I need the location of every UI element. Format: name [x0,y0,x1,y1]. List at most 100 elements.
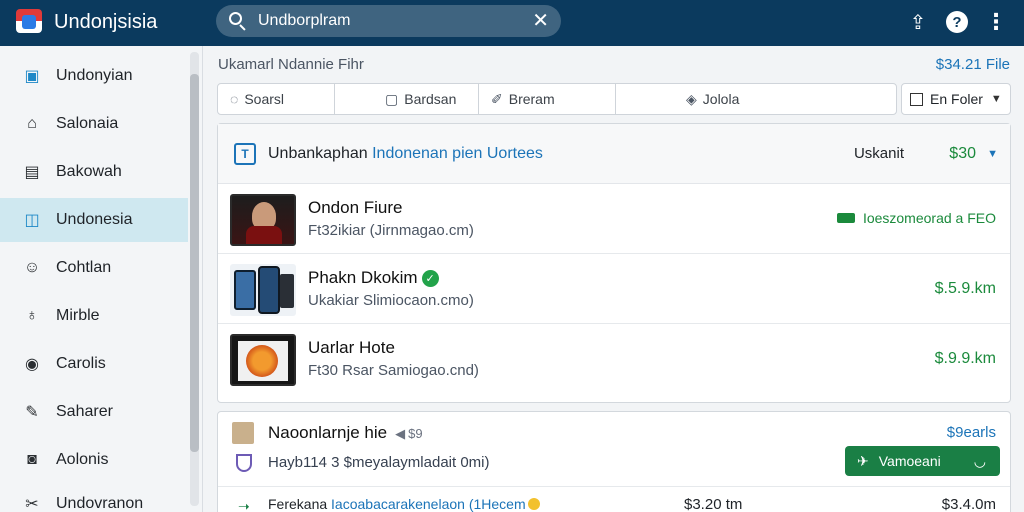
item-subtitle: Ft30 Rsar Samiogao.cnd) [308,362,479,379]
doc-icon: ▢ [385,90,399,107]
arrow-icon: ➝ [238,498,250,512]
sidebar-item-label: Salonaia [56,115,119,132]
chevron-down-icon: ▼ [990,93,1002,105]
top-actions: ⇪ ? ⋮ [890,8,1010,36]
sidebar-item-undonesia[interactable]: ◫ Undonesia [0,198,188,242]
book-icon: ▤ [24,164,40,181]
search-link[interactable]: $9earls [947,424,996,441]
filter-bar: ◌ Soarsl ▢ Bardsan ✐ Breram ◈ Jolola [217,83,897,115]
home-icon: ⌂ [27,115,37,132]
brand[interactable]: Undonjsisia [14,6,157,38]
footer-text: Ferekana [268,496,332,512]
list-item[interactable]: Phakn Dkokim ✓ Ukakiar Slimiocaon.cmo) $.… [218,254,1010,324]
detail-subtitle: Hayb114 3 $meyalaymladait 0mi) [268,454,490,471]
breadcrumb: Ukamarl Ndannie Fihr [218,56,364,73]
list-item[interactable]: Ondon Fiure Ft32ikiar (Jirnmagao.cm) Ioe… [218,184,1010,254]
sidebar-item-label: Undonesia [56,211,133,228]
sidebar-scrollbar-thumb[interactable] [190,74,199,452]
results-card: T Unbankaphan Indonenan pien Uortees Usk… [217,123,1011,403]
sidebar-item-cohtlan[interactable]: ☺ Cohtlan [0,246,188,290]
sidebar-item-label: Mirble [56,307,100,324]
sidebar-item-label: Saharer [56,403,113,420]
card-amount: $30 [949,144,976,162]
detail-footer: Ferekana Iacoabacarakenelaon (1Hecem [268,496,540,512]
item-title: Phakn Dkokim ✓ [308,268,439,288]
detail-title-text: Naoonlarnje hie [268,423,388,442]
avatar [232,422,254,444]
sidebar-item-label: Bakowah [56,163,122,180]
sidebar-item-label: Cohtlan [56,259,112,276]
total-link[interactable]: $34.21 File [936,56,1010,73]
pin-icon: ♁ [26,307,38,324]
sidebar-item-undonyian[interactable]: ▣ Undonyian [0,54,188,98]
users-icon: ☺ [23,259,41,276]
sidebar-item-label: Undonyian [56,67,133,84]
sidebar-item-carolis[interactable]: ◉ Carolis [0,342,188,386]
main-content: Ukamarl Ndannie Fihr $34.21 File ◌ Soars… [204,46,1024,512]
chat-icon: ◌ [230,91,239,107]
search-icon [228,11,248,31]
filter-label: Bardsan [404,91,457,107]
checkbox[interactable] [910,92,923,106]
sidebar-item-mirble[interactable]: ♁ Mirble [0,294,188,338]
sidebar-item-label: Aolonis [56,451,109,468]
search-input[interactable] [258,12,533,30]
app-name: Undonjsisia [54,10,158,33]
folder-icon: ◫ [24,212,40,229]
divider [218,486,1010,487]
action-button[interactable]: ✈ Vamoeani ◡ [845,446,1000,476]
app-tile-icon: T [234,142,256,165]
calendar-icon: ▣ [24,68,40,85]
sidebar-item-label: Carolis [56,355,106,372]
footer-link[interactable]: Iacoabacarakenelaon (1Hecem [331,496,526,512]
item-title: Uarlar Hote [308,338,395,357]
sidebar-item-undovranon[interactable]: ✂ Undovranon [0,482,188,512]
filter-label: Jolola [702,91,740,107]
footer-price: $3.20 tm [684,496,743,512]
status-badge: Ioeszomeorad a FEO [836,210,996,226]
sidebar-item-saharer[interactable]: ✎ Saharer [0,390,188,434]
filter-bardsan-button[interactable]: ▢ Bardsan [335,84,479,114]
sidebar-item-aolonis[interactable]: ◙ Aolonis [0,438,188,482]
pen-icon: ✐ [491,90,503,107]
filter-breram-button[interactable]: ✐ Breram [479,84,616,114]
detail-title: Naoonlarnje hie ◀ $9 [268,423,423,443]
list-item[interactable]: Uarlar Hote Ft30 Rsar Samiogao.cnd) $.9.… [218,324,1010,394]
folder-select-label: En Foler [930,91,983,107]
chat-icon: ◙ [27,451,37,468]
tool-icon: ✂ [25,496,39,512]
coin-icon [527,498,540,510]
filter-label: Soarsl [244,91,285,107]
folder-select[interactable]: En Foler ▼ [901,83,1011,115]
chevron-down-icon[interactable]: ▼ [987,148,998,160]
status-text: Ioeszomeorad a FEO [862,210,996,226]
help-icon[interactable]: ? [946,11,968,33]
play-label: $9 [408,426,423,441]
top-bar: Undonjsisia ✕ ⇪ ? ⋮ [0,0,1024,46]
shield-icon: ◡ [973,452,986,469]
sidebar-item-salonaia[interactable]: ⌂ Salonaia [0,102,188,146]
detail-card: Naoonlarnje hie ◀ $9 $9earls Hayb114 3 $me… [217,411,1011,512]
item-price: $.5.9.km [934,280,996,297]
app-logo [14,7,46,37]
item-subtitle: Ft32ikiar (Jirnmagao.cm) [308,222,474,239]
close-icon[interactable]: ✕ [532,11,549,31]
play-icon[interactable]: ◀ [395,426,405,441]
tag-icon: ◉ [25,356,39,373]
action-button-label: Vamoeani [878,453,941,469]
card-header: T Unbankaphan Indonenan pien Uortees Usk… [218,124,1010,184]
pin-icon: ✈ [857,452,869,469]
card-title-highlight[interactable]: Indonenan pien Uortees [372,145,543,162]
card-title-text: Unbankaphan [268,144,373,162]
footer-price-total: $3.4.0m [941,496,996,512]
sidebar: ▣ Undonyian ⌂ Salonaia ▤ Bakowah ◫ Undon… [0,46,203,512]
share-icon[interactable]: ⇪ [904,8,932,36]
filter-jolola-button[interactable]: ◈ Jolola [616,84,896,114]
filter-soarsl-button[interactable]: ◌ Soarsl [218,84,335,114]
search-bar[interactable]: ✕ [216,5,561,37]
sidebar-item-bakowah[interactable]: ▤ Bakowah [0,150,188,194]
filter-label: Breram [508,91,555,107]
card-filter-label[interactable]: Uskanit [854,145,904,162]
more-vertical-icon[interactable]: ⋮ [982,8,1010,36]
thumbnail-image [230,334,296,386]
